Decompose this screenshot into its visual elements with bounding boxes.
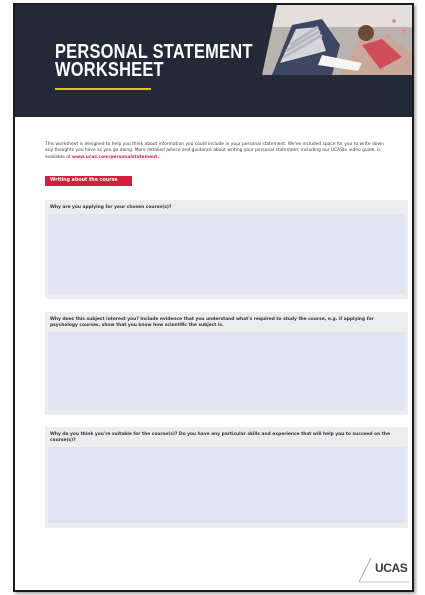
question-1-text: Why are you applying for your chosen cou… <box>50 205 172 210</box>
header-photo <box>262 5 412 75</box>
question-2-text: Why does this subject interest you? Incl… <box>50 317 374 329</box>
personal-statement-link[interactable]: www.ucas.com/personalstatement. <box>72 155 159 160</box>
title-underline <box>55 88 151 90</box>
answer-field-2[interactable] <box>48 332 405 410</box>
answer-field-1[interactable] <box>48 214 405 294</box>
ucas-logo: UCAS <box>355 556 411 584</box>
header-banner: PERSONAL STATEMENT WORKSHEET <box>15 5 412 117</box>
question-box-1: Why are you applying for your chosen cou… <box>45 200 408 299</box>
logo-text: UCAS <box>375 561 408 575</box>
intro-paragraph: This worksheet is designed to help you t… <box>45 142 387 161</box>
section-heading-tab: Writing about the course <box>45 176 132 186</box>
worksheet-page: PERSONAL STATEMENT WORKSHEET This worksh… <box>13 3 414 592</box>
question-box-3: Why do you think you're suitable for the… <box>45 427 408 528</box>
question-3-text: Why do you think you're suitable for the… <box>50 432 390 444</box>
title-line-2: WORKSHEET <box>55 59 164 81</box>
page-title: PERSONAL STATEMENT WORKSHEET <box>55 42 253 81</box>
question-box-2: Why does this subject interest you? Incl… <box>45 312 408 415</box>
answer-field-3[interactable] <box>48 447 405 523</box>
